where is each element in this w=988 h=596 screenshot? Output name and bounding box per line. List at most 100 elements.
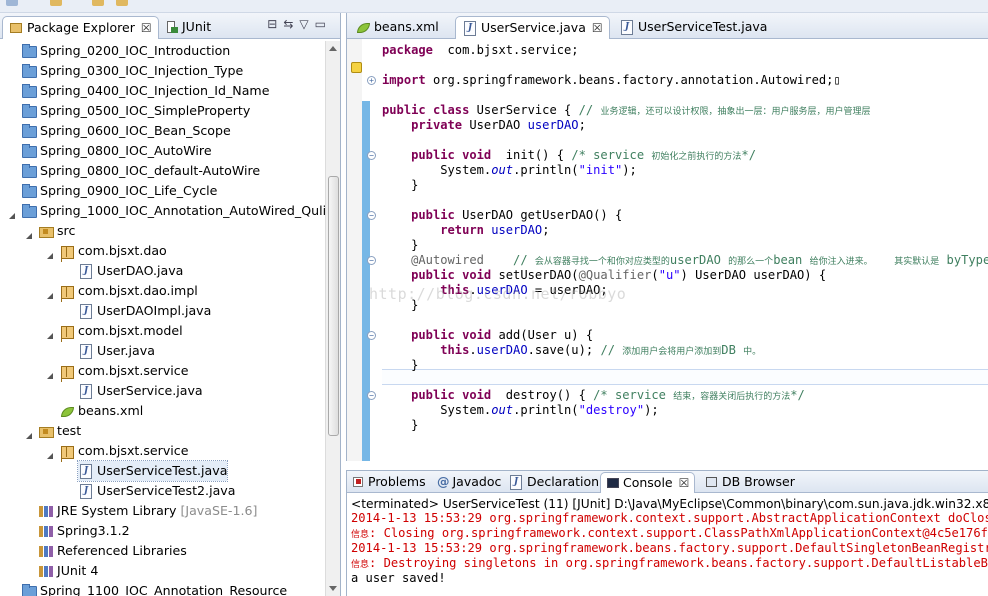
tab-beans-xml[interactable]: beans.xml	[349, 16, 445, 39]
expand-fold-icon[interactable]: +	[367, 76, 376, 85]
collapse-fold-icon[interactable]: −	[367, 151, 376, 160]
tree-item[interactable]: Spring_0200_IOC_Introduction	[21, 41, 230, 61]
code-token: System.	[382, 403, 492, 417]
code-token: 业务逻辑，还可以设计权限，抽象出一层：用户服务层，用户管理层	[600, 107, 871, 117]
scroll-down-arrow-icon[interactable]	[329, 586, 337, 591]
code-token: UserDAO getUserDAO() {	[454, 208, 623, 222]
expand-twisty-icon[interactable]	[46, 447, 55, 459]
tree-item[interactable]: com.bjsxt.service	[47, 361, 188, 381]
collapse-fold-icon[interactable]: −	[367, 391, 376, 400]
tree-item[interactable]: Spring_1000_IOC_Annotation_AutoWired_Qul…	[9, 201, 326, 221]
code-token: UserDAO	[462, 118, 528, 132]
tree-item[interactable]: UserService.java	[78, 381, 203, 401]
tree-scrollbar[interactable]	[325, 41, 340, 596]
tree-item[interactable]: Spring_0300_IOC_Injection_Type	[21, 61, 243, 81]
code-token: out	[491, 163, 514, 177]
tree-item[interactable]: src	[26, 221, 75, 241]
scroll-up-arrow-icon[interactable]	[329, 46, 337, 51]
tree-item[interactable]: Spring_0500_IOC_SimpleProperty	[21, 101, 250, 121]
code-token: (	[651, 268, 659, 282]
minimize-icon[interactable]: ▭	[315, 17, 332, 31]
tree-item-label: UserServiceTest.java	[97, 463, 228, 478]
tree-item-label: UserServiceTest2.java	[97, 483, 236, 498]
code-line: import org.springframework.beans.factory…	[382, 73, 841, 88]
tree-item-label: beans.xml	[78, 403, 144, 418]
db-browser-icon	[704, 475, 718, 489]
tree-item[interactable]: UserDAOImpl.java	[78, 301, 211, 321]
tree-item[interactable]: test	[26, 421, 81, 441]
tab-userservicetest-java[interactable]: UserServiceTest.java	[613, 16, 773, 39]
tree-item-label: Spring_0600_IOC_Bean_Scope	[40, 123, 231, 138]
tree-item[interactable]: User.java	[78, 341, 155, 361]
tree-item[interactable]: UserServiceTest2.java	[78, 481, 235, 501]
log-text: a user saved!	[351, 571, 446, 585]
close-icon[interactable]: ☒	[141, 21, 152, 35]
tree-item[interactable]: Spring_0800_IOC_AutoWire	[21, 141, 212, 161]
expand-twisty-icon[interactable]	[46, 327, 55, 339]
tree-item[interactable]: Spring_0900_IOC_Life_Cycle	[21, 181, 217, 201]
scrollbar-thumb[interactable]	[328, 176, 339, 436]
tree-item[interactable]: Spring_0400_IOC_Injection_Id_Name	[21, 81, 269, 101]
collapse-fold-icon[interactable]: −	[367, 331, 376, 340]
tree-item[interactable]: beans.xml	[59, 401, 143, 421]
tree-item-label: Spring_0400_IOC_Injection_Id_Name	[40, 83, 270, 98]
toolbar-icon[interactable]	[116, 0, 128, 6]
toolbar-icon[interactable]	[50, 0, 62, 6]
collapse-fold-icon[interactable]: −	[367, 211, 376, 220]
code-token: "destroy"	[578, 403, 645, 417]
package-icon	[59, 324, 74, 339]
code-token: UserService {	[469, 103, 579, 117]
tab-console[interactable]: Console ☒	[600, 472, 696, 493]
code-area[interactable]: package com.bjsxt.service; import org.spr…	[347, 39, 988, 461]
close-icon[interactable]: ☒	[592, 21, 603, 35]
tree-item[interactable]: UserDAO.java	[78, 261, 183, 281]
link-editor-icon[interactable]: ⇆	[283, 17, 299, 31]
tree-item[interactable]: com.bjsxt.dao.impl	[47, 281, 198, 301]
tab-package-explorer[interactable]: Package Explorer ☒	[2, 16, 159, 39]
code-token: public	[411, 208, 455, 222]
expand-twisty-icon[interactable]	[46, 287, 55, 299]
tab-label: DB Browser	[722, 474, 795, 489]
collapse-fold-icon[interactable]: −	[367, 256, 376, 265]
xml-file-icon	[59, 404, 74, 418]
tree-item[interactable]: com.bjsxt.model	[47, 321, 183, 341]
tree-item-label: UserDAOImpl.java	[97, 303, 212, 318]
tab-db-browser[interactable]: DB Browser	[699, 472, 800, 493]
tree-item[interactable]: com.bjsxt.service	[47, 441, 188, 461]
code-token: @Qualifier	[578, 268, 652, 282]
expand-twisty-icon[interactable]	[8, 207, 17, 219]
code-token: /* service	[571, 148, 652, 162]
tab-javadoc[interactable]: @ Javadoc	[432, 472, 506, 493]
code-token: 添加用户会将用户添加到	[622, 347, 722, 357]
source-folder-icon	[38, 424, 54, 438]
collapse-all-icon[interactable]: ⊟	[267, 17, 283, 31]
close-icon[interactable]: ☒	[679, 476, 690, 490]
expand-twisty-icon[interactable]	[25, 427, 34, 439]
code-token: return	[440, 223, 484, 237]
code-token: "u"	[658, 268, 681, 282]
toolbar-icon[interactable]	[6, 0, 18, 6]
tree-item[interactable]: JRE System Library [JavaSE-1.6]	[38, 501, 257, 521]
tab-junit[interactable]: JUnit	[158, 16, 217, 39]
tree-item[interactable]: Spring_0800_IOC_default-AutoWire	[21, 161, 260, 181]
code-token: .println(	[513, 403, 579, 417]
toolbar-icon[interactable]	[92, 0, 104, 6]
watermark: http://blog.csdn.net/robbyo	[369, 285, 627, 303]
tab-label: Console	[623, 475, 673, 490]
tree-item[interactable]: Spring3.1.2	[38, 521, 130, 541]
tree-item[interactable]: com.bjsxt.dao	[47, 241, 167, 261]
expand-twisty-icon[interactable]	[46, 247, 55, 259]
view-menu-icon[interactable]: ▽	[299, 17, 314, 31]
expand-twisty-icon[interactable]	[25, 227, 34, 239]
expand-twisty-icon[interactable]	[46, 367, 55, 379]
tree-item[interactable]: Spring_1100_IOC_Annotation_Resource	[21, 581, 287, 596]
tab-userservice-java[interactable]: UserService.java ☒	[455, 16, 610, 39]
tree-item[interactable]: Spring_0600_IOC_Bean_Scope	[21, 121, 231, 141]
tree-item[interactable]: UserServiceTest.java	[76, 460, 229, 482]
tree-item[interactable]: Referenced Libraries	[38, 541, 187, 561]
tab-declaration[interactable]: Declaration	[503, 472, 604, 493]
tab-label: Declaration	[527, 474, 600, 489]
tab-problems[interactable]: Problems	[347, 472, 431, 493]
tree-item[interactable]: JUnit 4	[38, 561, 98, 581]
